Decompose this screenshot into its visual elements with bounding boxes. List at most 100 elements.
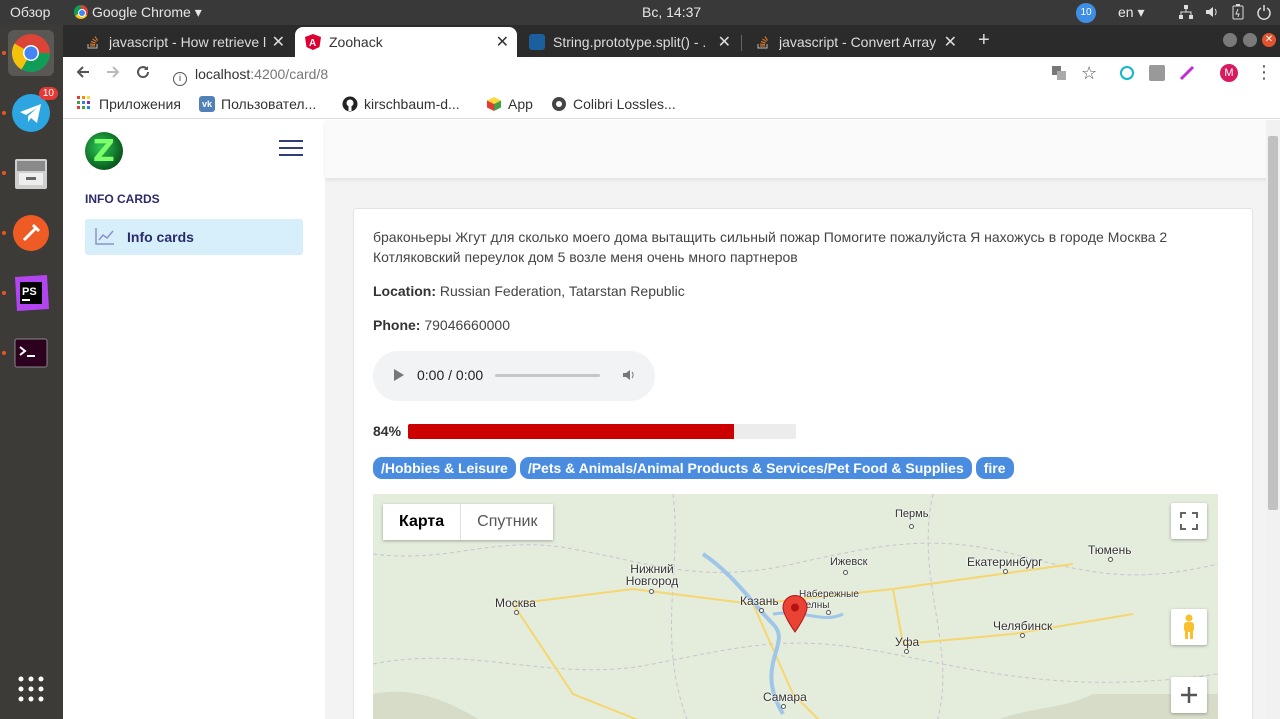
close-tab-icon[interactable]: ✕ bbox=[496, 32, 509, 52]
forward-arrow-icon[interactable] bbox=[105, 64, 121, 85]
apps-grid-icon[interactable] bbox=[8, 666, 54, 712]
volume-icon[interactable] bbox=[1204, 4, 1220, 23]
map-city-label: Нижний Новгород bbox=[625, 562, 679, 588]
notification-count-badge[interactable]: 10 bbox=[1076, 2, 1096, 23]
close-tab-icon[interactable]: ✕ bbox=[272, 32, 285, 52]
tag-pet-food[interactable]: /Pets & Animals/Animal Products & Servic… bbox=[519, 457, 972, 479]
map-type-control: Карта Спутник bbox=[383, 504, 554, 540]
colibri-icon bbox=[551, 96, 567, 112]
close-tab-icon[interactable]: ✕ bbox=[718, 32, 731, 52]
battery-icon[interactable] bbox=[1232, 4, 1244, 23]
audio-time: 0:00 / 0:00 bbox=[417, 367, 484, 383]
app-sidebar: INFO CARDS Info cards bbox=[63, 120, 325, 719]
running-indicator bbox=[2, 291, 6, 295]
language-indicator[interactable]: en ▾ bbox=[1118, 4, 1145, 21]
caret-down-icon: ▾ bbox=[194, 4, 202, 20]
terminal-icon[interactable] bbox=[8, 330, 54, 376]
back-arrow-icon[interactable] bbox=[75, 64, 91, 85]
address-bar[interactable]: i localhost:4200/card/8 bbox=[163, 60, 1033, 88]
map-city-dot bbox=[781, 704, 786, 709]
google-map[interactable]: Карта Спутник Пермь Ижевск Екатеринбург … bbox=[373, 494, 1218, 719]
tab-stackoverflow-convert[interactable]: javascript - Convert Array ✕ bbox=[745, 27, 965, 57]
tag-hobbies[interactable]: /Hobbies & Leisure bbox=[373, 457, 516, 479]
tag-fire[interactable]: fire bbox=[975, 457, 1014, 479]
site-info-icon[interactable]: i bbox=[173, 72, 187, 86]
scrollbar-thumb[interactable] bbox=[1268, 136, 1278, 510]
fullscreen-icon[interactable] bbox=[1171, 503, 1207, 539]
map-city-label: Пермь bbox=[895, 508, 929, 520]
map-city-label: Самара bbox=[763, 690, 807, 704]
street-view-pegman-icon[interactable] bbox=[1171, 609, 1207, 645]
sidebar-item-info-cards[interactable]: Info cards bbox=[85, 219, 303, 255]
hamburger-menu-icon[interactable] bbox=[279, 140, 303, 158]
bookmarks-bar: Приложения vk Пользовател... kirschbaum-… bbox=[63, 91, 1280, 119]
stackoverflow-icon bbox=[85, 34, 101, 50]
volume-icon[interactable] bbox=[621, 367, 637, 386]
extension-sync-icon[interactable] bbox=[1119, 65, 1135, 86]
running-indicator bbox=[2, 231, 6, 235]
svg-text:A: A bbox=[309, 38, 316, 49]
map-type-satellite-button[interactable]: Спутник bbox=[461, 504, 553, 540]
tab-mdn-split[interactable]: String.prototype.split() - . ✕ bbox=[519, 27, 739, 57]
reload-icon[interactable] bbox=[135, 64, 151, 85]
files-icon[interactable] bbox=[8, 150, 54, 196]
app-menu[interactable]: Google Chrome ▾ bbox=[74, 4, 202, 21]
chrome-small-icon bbox=[74, 5, 88, 19]
maximize-window-button[interactable] bbox=[1243, 33, 1257, 47]
audio-seek-bar[interactable] bbox=[495, 374, 600, 377]
map-city-dot bbox=[1003, 569, 1008, 574]
activities-button[interactable]: Обзор bbox=[10, 4, 50, 20]
svg-text:PS: PS bbox=[22, 286, 37, 298]
close-window-button[interactable]: ✕ bbox=[1262, 33, 1276, 47]
zoom-in-icon[interactable] bbox=[1171, 677, 1207, 713]
clock[interactable]: Вс, 14:37 bbox=[642, 4, 701, 20]
map-marker-icon[interactable] bbox=[782, 595, 808, 638]
apps-icon bbox=[77, 96, 93, 112]
extension-pen-icon[interactable] bbox=[1179, 65, 1195, 86]
new-tab-button[interactable]: + bbox=[978, 29, 990, 52]
stackoverflow-icon bbox=[755, 34, 771, 50]
map-city-label: Челябинск bbox=[993, 619, 1053, 633]
phpstorm-icon[interactable]: PS bbox=[8, 270, 54, 316]
map-city-dot bbox=[904, 649, 909, 654]
map-city-label: Ижевск bbox=[830, 556, 868, 568]
tag-list: /Hobbies & Leisure /Pets & Animals/Anima… bbox=[373, 457, 1014, 479]
play-icon[interactable] bbox=[393, 368, 405, 385]
page-scrollbar[interactable] bbox=[1266, 120, 1280, 719]
close-tab-icon[interactable]: ✕ bbox=[944, 32, 957, 52]
map-city-dot bbox=[843, 570, 848, 575]
running-indicator bbox=[2, 111, 6, 115]
vk-icon: vk bbox=[199, 96, 215, 112]
sidebar-item-label: Info cards bbox=[127, 229, 194, 245]
chrome-icon[interactable] bbox=[8, 30, 54, 76]
map-city-label: Москва bbox=[495, 596, 536, 610]
progress-bar bbox=[408, 424, 796, 439]
power-menu-icon[interactable] bbox=[1256, 4, 1272, 23]
translate-icon[interactable] bbox=[1051, 65, 1067, 86]
telegram-icon[interactable]: 10 bbox=[8, 87, 58, 136]
map-city-dot bbox=[759, 608, 764, 613]
tab-stackoverflow-retrieve[interactable]: javascript - How retrieve l ✕ bbox=[75, 27, 293, 57]
mdn-icon bbox=[529, 34, 545, 50]
bookmark-app[interactable]: App bbox=[486, 96, 533, 112]
minimize-window-button[interactable] bbox=[1223, 33, 1237, 47]
extension-icon[interactable] bbox=[1149, 65, 1165, 81]
postman-icon[interactable] bbox=[8, 210, 54, 256]
map-city-dot bbox=[649, 589, 654, 594]
map-type-map-button[interactable]: Карта bbox=[383, 504, 462, 540]
progress-label: 84% bbox=[373, 423, 402, 439]
profile-avatar[interactable]: M bbox=[1220, 64, 1238, 82]
bookmark-github[interactable]: kirschbaum-d... bbox=[342, 96, 460, 112]
bookmark-star-icon[interactable]: ☆ bbox=[1081, 63, 1097, 84]
chrome-menu-icon[interactable]: ⋮ bbox=[1255, 62, 1273, 83]
bookmark-vk[interactable]: vk Пользовател... bbox=[199, 96, 316, 112]
zoohack-logo[interactable] bbox=[85, 132, 123, 170]
tab-zoohack[interactable]: A Zoohack ✕ bbox=[295, 27, 517, 57]
tab-separator bbox=[741, 35, 742, 51]
telegram-unread-badge: 10 bbox=[38, 87, 58, 100]
browser-tab-strip: javascript - How retrieve l ✕ A Zoohack … bbox=[63, 25, 1280, 57]
bookmark-apps[interactable]: Приложения bbox=[77, 96, 181, 112]
bookmark-colibri[interactable]: Colibri Lossles... bbox=[551, 96, 676, 112]
network-icon[interactable] bbox=[1178, 4, 1194, 23]
map-city-label: Казань bbox=[740, 594, 779, 608]
